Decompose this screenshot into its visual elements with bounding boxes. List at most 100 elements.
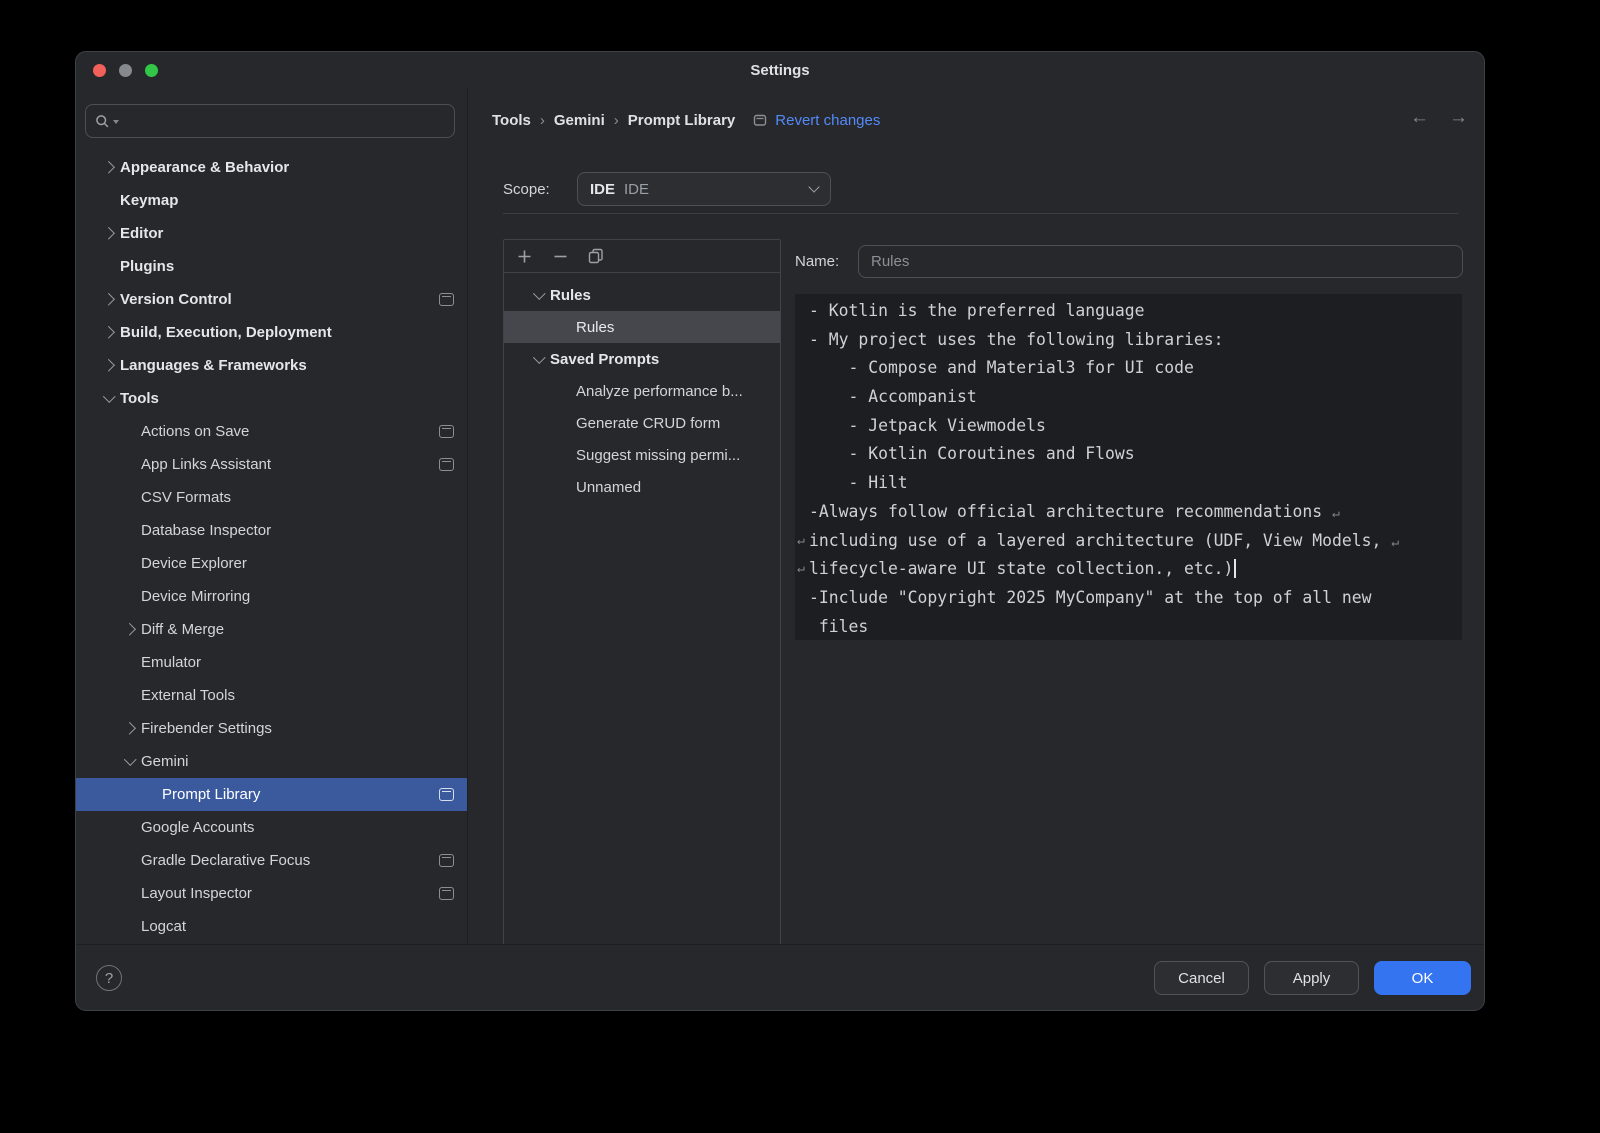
soft-wrap-icon: ↵ [1332,506,1340,521]
prompt-item-suggest-missing-permissions[interactable]: Suggest missing permi... [504,439,780,471]
prompt-text-editor[interactable]: - Kotlin is the preferred language - My … [795,294,1462,640]
ide-scope-icon [439,788,454,801]
editor-line[interactable]: -Include "Copyright 2025 MyCompany" at t… [809,584,1462,613]
sidebar-item-gradle-declarative-focus[interactable]: Gradle Declarative Focus [76,844,467,877]
prompt-item-unnamed[interactable]: Unnamed [504,471,780,503]
prompt-group-rules[interactable]: Rules [504,279,780,311]
sidebar-item-languages-frameworks[interactable]: Languages & Frameworks [76,349,467,382]
settings-sidebar: Appearance & Behavior Keymap Editor Plug… [76,89,468,946]
prompt-item-rules[interactable]: Rules [504,311,780,343]
footer-buttons: Cancel Apply OK [1154,961,1471,995]
sidebar-item-version-control[interactable]: Version Control [76,283,467,316]
sidebar-item-tools[interactable]: Tools [76,382,467,415]
sidebar-item-layout-inspector[interactable]: Layout Inspector [76,877,467,910]
no-chevron [120,514,141,547]
editor-line[interactable]: - My project uses the following librarie… [809,326,1462,355]
sidebar-item-prompt-library[interactable]: Prompt Library [76,778,467,811]
sidebar-item-keymap[interactable]: Keymap [76,184,467,217]
chevron-right-icon[interactable] [120,712,141,745]
breadcrumb-gemini[interactable]: Gemini [554,112,605,129]
editor-line[interactable]: - Jetpack Viewmodels [809,412,1462,441]
editor-line[interactable]: - Kotlin is the preferred language [809,297,1462,326]
breadcrumb-separator-icon: › [614,112,619,129]
chevron-right-icon[interactable] [99,151,120,184]
chevron-right-icon[interactable] [99,217,120,250]
breadcrumb-tools[interactable]: Tools [492,112,531,129]
prompt-item-generate-crud-form[interactable]: Generate CRUD form [504,407,780,439]
prompt-toolbar [504,240,780,273]
sidebar-item-build-execution-deployment[interactable]: Build, Execution, Deployment [76,316,467,349]
no-chevron [99,250,120,283]
chevron-down-icon[interactable] [120,745,141,778]
apply-button[interactable]: Apply [1264,961,1359,995]
chevron-down-icon[interactable] [99,382,120,415]
cancel-button[interactable]: Cancel [1154,961,1249,995]
prompt-group-saved-prompts[interactable]: Saved Prompts [504,343,780,375]
sidebar-item-logcat[interactable]: Logcat [76,910,467,943]
back-arrow-icon[interactable]: ← [1410,107,1429,129]
sidebar-item-editor[interactable]: Editor [76,217,467,250]
no-chevron [120,580,141,613]
help-button[interactable]: ? [96,965,122,991]
chevron-right-icon[interactable] [99,316,120,349]
sidebar-item-google-accounts[interactable]: Google Accounts [76,811,467,844]
chevron-down-icon [808,181,819,192]
soft-wrap-icon: ↵ [797,527,805,556]
ok-button[interactable]: OK [1374,961,1471,995]
editor-line[interactable]: - Accompanist [809,383,1462,412]
copy-prompt-button[interactable] [588,248,604,264]
minimize-button[interactable] [119,64,132,77]
chevron-right-icon[interactable] [99,283,120,316]
editor-line[interactable]: ↵lifecycle-aware UI state collection., e… [809,555,1462,584]
editor-line[interactable]: - Hilt [809,469,1462,498]
no-chevron [120,646,141,679]
sidebar-item-app-links-assistant[interactable]: App Links Assistant [76,448,467,481]
editor-line[interactable]: - Compose and Material3 for UI code [809,354,1462,383]
sidebar-item-device-explorer[interactable]: Device Explorer [76,547,467,580]
no-chevron [120,547,141,580]
sidebar-item-plugins[interactable]: Plugins [76,250,467,283]
chevron-down-icon[interactable] [528,343,550,375]
sidebar-item-emulator[interactable]: Emulator [76,646,467,679]
no-chevron [120,811,141,844]
editor-line[interactable]: ↵including use of a layered architecture… [809,527,1462,556]
ide-scope-icon [439,293,454,306]
scope-dropdown[interactable]: IDE IDE [577,172,831,206]
sidebar-item-external-tools[interactable]: External Tools [76,679,467,712]
ide-scope-icon [439,425,454,438]
sidebar-item-firebender-settings[interactable]: Firebender Settings [76,712,467,745]
forward-arrow-icon[interactable]: → [1449,107,1468,129]
ide-scope-icon [439,887,454,900]
sidebar-item-actions-on-save[interactable]: Actions on Save [76,415,467,448]
revert-changes-link[interactable]: Revert changes [775,112,880,129]
editor-line[interactable]: files [809,613,1462,640]
chevron-right-icon[interactable] [99,349,120,382]
search-history-caret-icon[interactable] [113,120,119,124]
breadcrumb-separator-icon: › [540,112,545,129]
prompt-name-input[interactable] [858,245,1463,278]
editor-line[interactable]: -Always follow official architecture rec… [809,498,1462,527]
titlebar: Settings [76,52,1484,89]
name-label: Name: [795,253,858,270]
chevron-right-icon[interactable] [120,613,141,646]
add-prompt-button[interactable] [516,248,532,264]
no-chevron [120,877,141,910]
sidebar-item-device-mirroring[interactable]: Device Mirroring [76,580,467,613]
sidebar-item-diff-merge[interactable]: Diff & Merge [76,613,467,646]
text-cursor [1234,559,1236,578]
chevron-down-icon[interactable] [528,279,550,311]
sidebar-search[interactable] [85,104,455,138]
window-title: Settings [76,52,1484,90]
sidebar-item-csv-formats[interactable]: CSV Formats [76,481,467,514]
close-button[interactable] [93,64,106,77]
zoom-button[interactable] [145,64,158,77]
sidebar-item-gemini[interactable]: Gemini [76,745,467,778]
remove-prompt-button[interactable] [552,248,568,264]
name-row: Name: [795,244,1463,278]
sidebar-item-appearance-behavior[interactable]: Appearance & Behavior [76,151,467,184]
prompt-item-analyze-performance[interactable]: Analyze performance b... [504,375,780,407]
search-input[interactable] [122,113,445,129]
sidebar-item-database-inspector[interactable]: Database Inspector [76,514,467,547]
prompt-item-label: Suggest missing permi... [576,447,740,464]
editor-line[interactable]: - Kotlin Coroutines and Flows [809,440,1462,469]
